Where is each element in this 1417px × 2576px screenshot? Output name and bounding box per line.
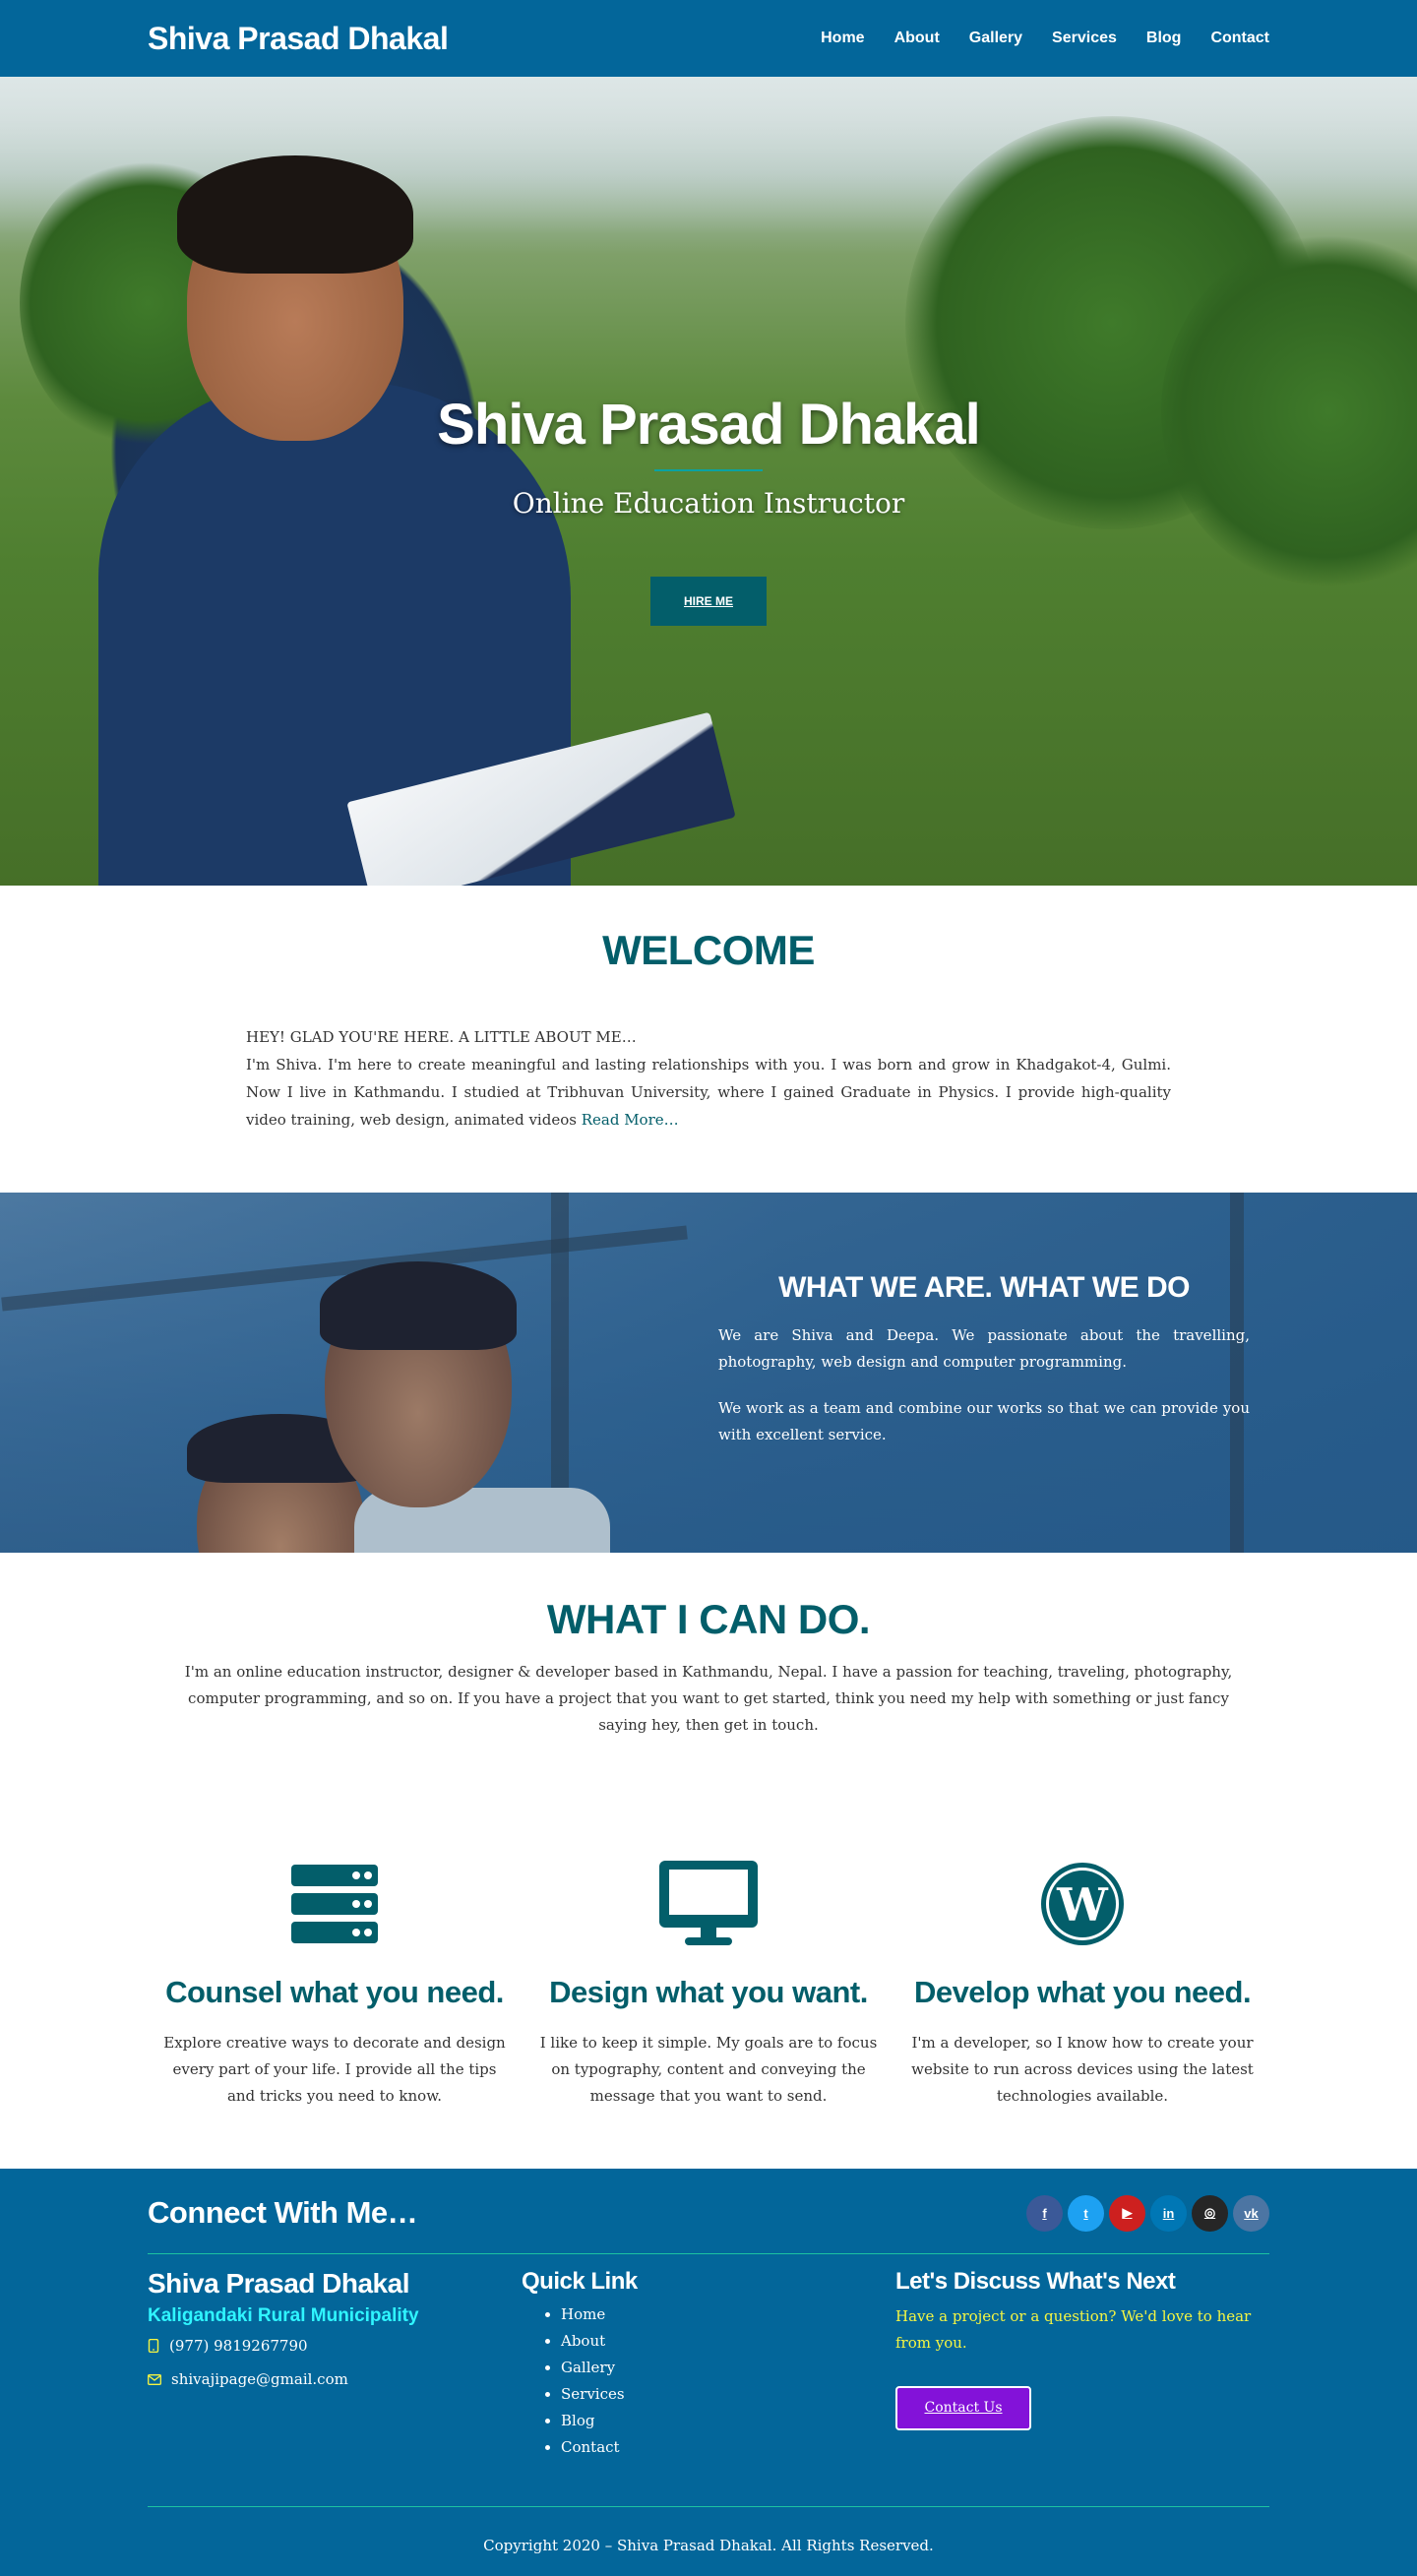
list-item: Home: [561, 2301, 895, 2328]
about-paragraph-2: We work as a team and combine our works …: [718, 1399, 1250, 1443]
contact-us-button[interactable]: Contact Us: [895, 2386, 1031, 2430]
service-title: Counsel what you need.: [165, 1975, 504, 2009]
monitor-icon: [535, 1857, 882, 1951]
hero-divider: [654, 469, 763, 471]
twitter-icon[interactable]: t: [1068, 2194, 1104, 2232]
quick-link-gallery[interactable]: Gallery: [561, 2359, 615, 2376]
welcome-body: HEY! GLAD YOU'RE HERE. A LITTLE ABOUT ME…: [246, 1023, 1171, 1134]
quick-link-services[interactable]: Services: [561, 2385, 625, 2403]
service-title: Develop what you need.: [913, 1975, 1252, 2009]
connect-heading: Connect With Me…: [148, 2195, 418, 2230]
instagram-icon[interactable]: ◎: [1192, 2194, 1228, 2232]
discuss-heading: Let's Discuss What's Next: [895, 2268, 1176, 2295]
youtube-icon[interactable]: ▶: [1109, 2194, 1145, 2232]
footer-municipality: Kaligandaki Rural Municipality: [148, 2305, 419, 2326]
welcome-title: WELCOME: [602, 927, 815, 973]
welcome-text: I'm Shiva. I'm here to create meaningful…: [246, 1056, 1171, 1129]
list-item: Services: [561, 2381, 895, 2408]
nav-gallery[interactable]: Gallery: [969, 30, 1022, 47]
services-section: WHAT I CAN DO. I'm an online education i…: [0, 1553, 1417, 2169]
hero-person-hair: [177, 155, 413, 274]
service-title: Design what you want.: [549, 1975, 868, 2009]
copyright-text: Copyright 2020 – Shiva Prasad Dhakal. Al…: [483, 2537, 934, 2554]
welcome-lead: HEY! GLAD YOU'RE HERE. A LITTLE ABOUT ME…: [246, 1028, 637, 1046]
hero-title: Shiva Prasad Dhakal: [437, 393, 981, 457]
facebook-icon[interactable]: f: [1026, 2194, 1063, 2232]
services-title: WHAT I CAN DO.: [546, 1596, 871, 1642]
about-photo-man-hair: [320, 1261, 517, 1350]
services-grid: Counsel what you need. Explore creative …: [0, 1857, 1417, 2110]
nav-about[interactable]: About: [894, 30, 940, 47]
phone-icon: [148, 2339, 159, 2353]
quick-link-contact[interactable]: Contact: [561, 2438, 620, 2456]
hire-me-button[interactable]: HIRE ME: [650, 577, 767, 626]
footer-divider: [148, 2253, 1269, 2254]
email-icon: [148, 2373, 161, 2385]
nav-services[interactable]: Services: [1052, 30, 1117, 47]
about-heading: WHAT WE ARE. WHAT WE DO: [778, 1271, 1190, 1304]
social-links: f t ▶ in ◎ vk: [1026, 2194, 1269, 2232]
service-text: I like to keep it simple. My goals are t…: [539, 2034, 878, 2105]
service-text: Explore creative ways to decorate and de…: [163, 2034, 506, 2105]
discuss-text: Have a project or a question? We'd love …: [895, 2307, 1252, 2352]
list-item: About: [561, 2328, 895, 2355]
list-item: Blog: [561, 2408, 895, 2434]
service-card: Counsel what you need. Explore creative …: [161, 1857, 508, 2110]
footer-contact-column: Shiva Prasad Dhakal Kaligandaki Rural Mu…: [148, 2268, 522, 2461]
hero-content: Shiva Prasad Dhakal Online Education Ins…: [0, 392, 1417, 626]
service-card: W Develop what you need. I'm a developer…: [909, 1857, 1256, 2110]
wordpress-icon: W: [909, 1857, 1256, 1951]
about-paragraph-1: We are Shiva and Deepa. We passionate ab…: [718, 1326, 1250, 1371]
footer-divider-bottom: [148, 2506, 1269, 2507]
quick-link-about[interactable]: About: [561, 2332, 605, 2350]
footer-quick-links-column: Quick Link Home About Gallery Services B…: [522, 2268, 895, 2461]
quick-link-heading: Quick Link: [522, 2268, 638, 2295]
service-text: I'm a developer, so I know how to create…: [911, 2034, 1254, 2105]
email-address[interactable]: shivajipage@gmail.com: [171, 2370, 348, 2388]
list-item: Gallery: [561, 2355, 895, 2381]
footer-columns: Shiva Prasad Dhakal Kaligandaki Rural Mu…: [148, 2268, 1269, 2461]
read-more-link[interactable]: Read More…: [582, 1111, 679, 1129]
about-section: WHAT WE ARE. WHAT WE DO We are Shiva and…: [0, 1193, 1417, 1553]
footer-name: Shiva Prasad Dhakal: [148, 2268, 409, 2299]
nav-contact[interactable]: Contact: [1210, 30, 1269, 47]
site-header: Shiva Prasad Dhakal Home About Gallery S…: [0, 0, 1417, 77]
site-footer: Connect With Me… f t ▶ in ◎ vk Shiva Pra…: [0, 2169, 1417, 2576]
phone-line: (977) 9819267790: [148, 2337, 522, 2355]
list-item: Contact: [561, 2434, 895, 2461]
main-nav: Home About Gallery Services Blog Contact: [821, 30, 1269, 47]
linkedin-icon[interactable]: in: [1150, 2194, 1187, 2232]
server-icon: [161, 1857, 508, 1951]
service-card: Design what you want. I like to keep it …: [535, 1857, 882, 2110]
svg-text:W: W: [1056, 1878, 1109, 1932]
welcome-section: WELCOME HEY! GLAD YOU'RE HERE. A LITTLE …: [0, 886, 1417, 1193]
footer-discuss-column: Let's Discuss What's Next Have a project…: [895, 2268, 1269, 2461]
nav-blog[interactable]: Blog: [1146, 30, 1182, 47]
hero-section: Shiva Prasad Dhakal Online Education Ins…: [0, 77, 1417, 886]
about-text: WHAT WE ARE. WHAT WE DO We are Shiva and…: [718, 1271, 1250, 1448]
vk-icon[interactable]: vk: [1233, 2194, 1269, 2232]
quick-link-blog[interactable]: Blog: [561, 2412, 594, 2429]
nav-home[interactable]: Home: [821, 30, 864, 47]
services-intro: I'm an online education instructor, desi…: [184, 1663, 1233, 1734]
phone-number[interactable]: (977) 9819267790: [169, 2337, 308, 2355]
site-brand[interactable]: Shiva Prasad Dhakal: [148, 21, 449, 57]
quick-link-list: Home About Gallery Services Blog Contact: [561, 2301, 895, 2461]
footer-top: Connect With Me… f t ▶ in ◎ vk: [148, 2192, 1269, 2234]
quick-link-home[interactable]: Home: [561, 2305, 605, 2323]
email-line: shivajipage@gmail.com: [148, 2370, 522, 2388]
hero-subtitle: Online Education Instructor: [512, 487, 905, 520]
